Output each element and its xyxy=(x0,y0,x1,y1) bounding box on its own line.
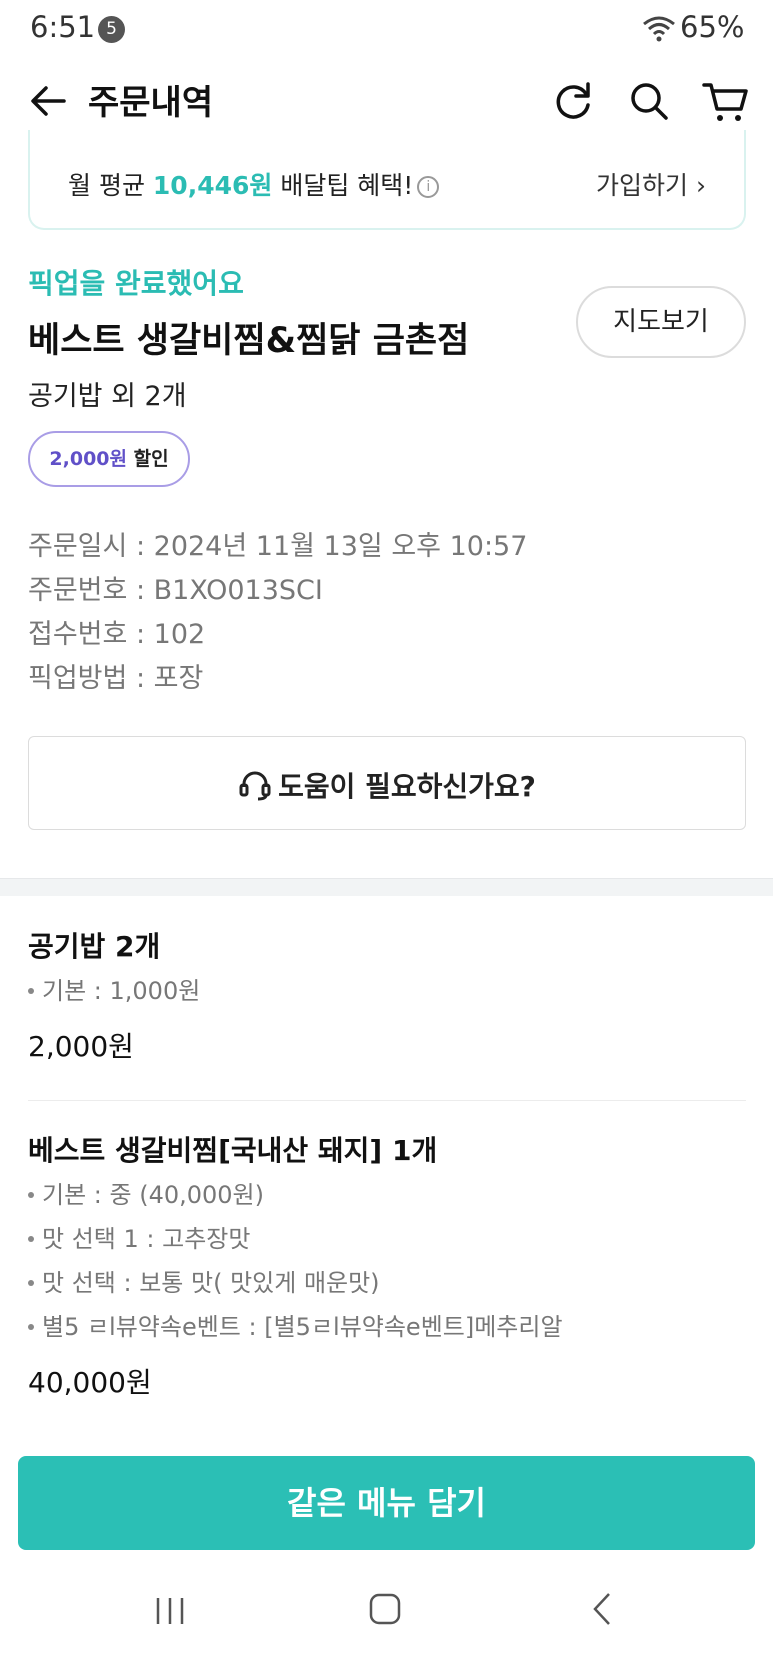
search-icon[interactable] xyxy=(624,76,674,126)
item-option: 맛 선택 : 보통 맛( 맛있게 매운맛) xyxy=(28,1261,746,1305)
meta-value: 102 xyxy=(153,619,206,650)
promo-prefix: 월 평균 xyxy=(68,171,153,200)
help-content: 도움이 필요하신가요? xyxy=(29,765,745,805)
help-label: 도움이 필요하신가요? xyxy=(278,770,536,803)
back-arrow-icon[interactable] xyxy=(24,76,74,126)
item-option: 별5 ㄹl뷰약속e벤트 : [별5ㄹl뷰약속e벤트]메추리알 xyxy=(28,1305,746,1349)
section-divider xyxy=(0,878,773,896)
bullet-icon xyxy=(28,988,34,994)
item-option: 맛 선택 1 : 고추장맛 xyxy=(28,1217,746,1261)
item-price: 40,000원 xyxy=(28,1366,152,1399)
item-option-text: 맛 선택 1 : 고추장맛 xyxy=(42,1225,251,1253)
meta-separator: : xyxy=(127,619,154,650)
notification-count-badge: 5 xyxy=(98,16,125,43)
promo-text: 월 평균 10,446원 배달팁 혜택! i xyxy=(68,166,440,202)
item-price: 2,000원 xyxy=(28,1030,134,1063)
meta-label: 접수번호 xyxy=(28,619,128,650)
order-status-label: 픽업을 완료했어요 xyxy=(28,267,244,300)
help-button[interactable]: 도움이 필요하신가요? xyxy=(28,736,746,830)
menu-item: 베스트 생갈비찜[국내산 돼지] 1개 기본 : 중 (40,000원) 맛 선… xyxy=(28,1129,746,1401)
discount-badge: 2,000원 할인 xyxy=(28,431,190,487)
item-divider xyxy=(28,1100,746,1101)
order-number-row: 주문번호 : B1XO013SCI xyxy=(28,568,527,612)
headset-icon xyxy=(239,771,271,801)
order-summary: 공기밥 외 2개 xyxy=(28,381,187,412)
status-time: 6:51 xyxy=(30,10,96,44)
meta-separator: : xyxy=(127,663,154,694)
meta-separator: : xyxy=(127,575,154,606)
item-name: 공기밥 2개 xyxy=(28,930,161,963)
order-meta-list: 주문일시 : 2024년 11월 13일 오후 10:57 주문번호 : B1X… xyxy=(28,524,527,700)
receipt-number-row: 접수번호 : 102 xyxy=(28,612,527,656)
item-option: 기본 : 중 (40,000원) xyxy=(28,1173,746,1217)
refresh-icon[interactable] xyxy=(548,76,598,126)
bullet-icon xyxy=(28,1192,34,1198)
nav-back-icon[interactable] xyxy=(590,1590,614,1628)
info-icon[interactable]: i xyxy=(417,176,440,198)
system-nav-bar xyxy=(0,1570,773,1658)
item-option-text: 별5 ㄹl뷰약속e벤트 : [별5ㄹl뷰약속e벤트]메추리알 xyxy=(42,1313,563,1341)
battery-level: 65% xyxy=(680,10,745,44)
item-name: 베스트 생갈비찜[국내산 돼지] 1개 xyxy=(28,1134,438,1167)
bullet-icon xyxy=(28,1324,34,1330)
recent-apps-icon[interactable] xyxy=(152,1594,188,1628)
item-option-text: 기본 : 1,000원 xyxy=(42,977,201,1005)
bullet-icon xyxy=(28,1280,34,1286)
membership-promo-banner[interactable]: 월 평균 10,446원 배달팁 혜택! i 가입하기 › xyxy=(28,130,746,230)
item-option-text: 맛 선택 : 보통 맛( 맛있게 매운맛) xyxy=(42,1269,380,1297)
meta-value: 포장 xyxy=(153,663,204,694)
cart-icon[interactable] xyxy=(700,76,752,126)
discount-word: 할인 xyxy=(127,448,169,470)
order-date-row: 주문일시 : 2024년 11월 13일 오후 10:57 xyxy=(28,524,527,568)
pickup-method-row: 픽업방법 : 포장 xyxy=(28,656,527,700)
menu-item: 공기밥 2개 기본 : 1,000원 2,000원 xyxy=(28,925,746,1065)
page-title: 주문내역 xyxy=(88,83,214,123)
store-name: 베스트 생갈비찜&찜닭 금촌점 xyxy=(28,321,470,361)
map-button[interactable]: 지도보기 xyxy=(576,286,746,358)
add-same-menu-button[interactable]: 같은 메뉴 담기 xyxy=(18,1456,755,1550)
bullet-icon xyxy=(28,1236,34,1242)
wifi-icon xyxy=(643,16,675,42)
meta-separator: : xyxy=(127,531,154,562)
discount-amount: 2,000원 xyxy=(49,448,127,470)
app-bar: 주문내역 xyxy=(0,62,773,140)
meta-label: 주문일시 xyxy=(28,531,128,562)
meta-label: 주문번호 xyxy=(28,575,128,606)
home-icon[interactable] xyxy=(368,1590,402,1628)
meta-label: 픽업방법 xyxy=(28,663,128,694)
status-bar: 6:51 5 65% xyxy=(0,0,773,60)
item-option-text: 기본 : 중 (40,000원) xyxy=(42,1181,264,1209)
meta-value: 2024년 11월 13일 오후 10:57 xyxy=(153,531,528,562)
join-link[interactable]: 가입하기 › xyxy=(596,166,706,202)
promo-suffix: 배달팁 혜택! xyxy=(272,171,414,200)
item-option: 기본 : 1,000원 xyxy=(28,969,746,1013)
promo-amount: 10,446원 xyxy=(152,171,273,200)
meta-value: B1XO013SCI xyxy=(153,575,323,606)
